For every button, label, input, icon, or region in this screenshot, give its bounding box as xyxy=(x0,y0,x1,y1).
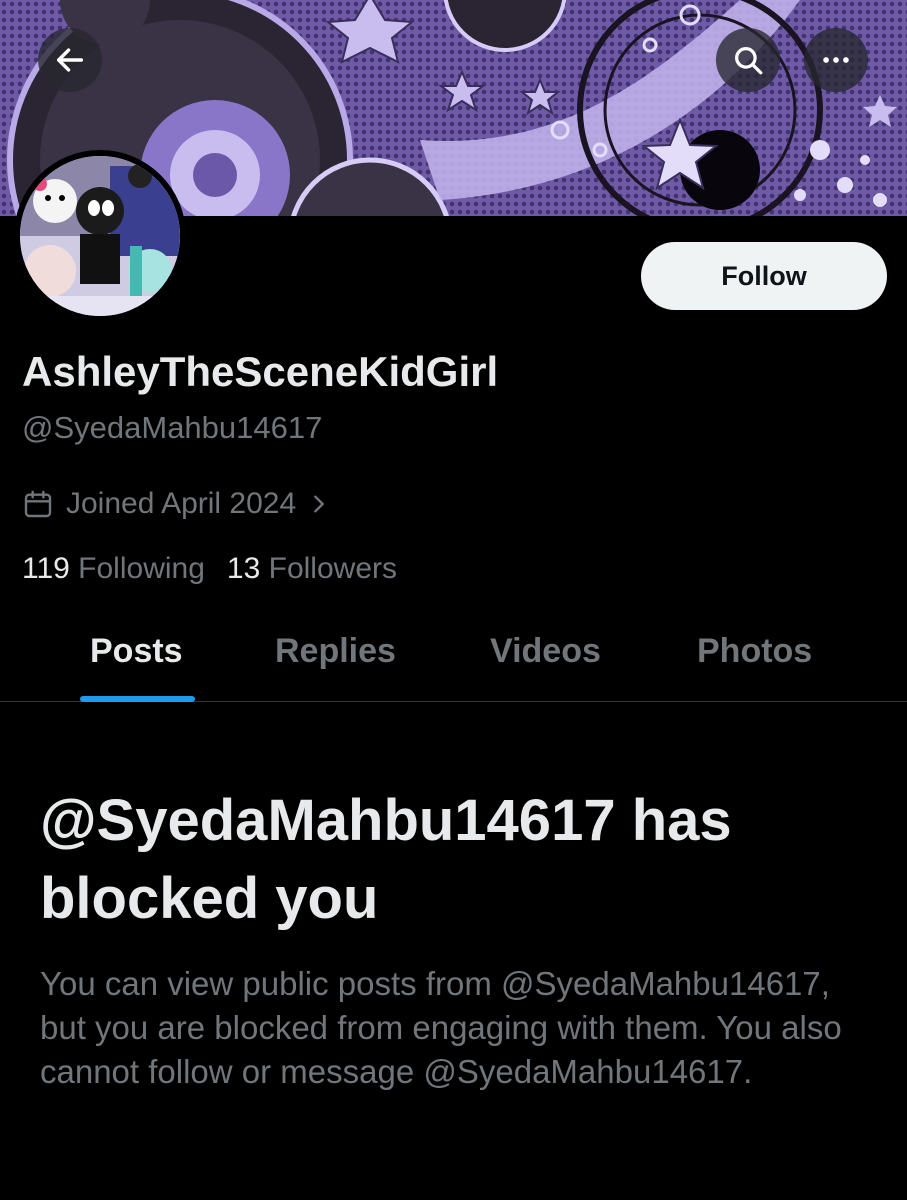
more-horizontal-icon xyxy=(823,57,849,63)
display-name: AshleyTheSceneKidGirl xyxy=(22,348,499,395)
search-button[interactable] xyxy=(716,28,780,92)
followers-count: 13 xyxy=(226,552,261,585)
tab-photos[interactable]: Photos xyxy=(697,632,812,671)
followers-label: Followers xyxy=(268,552,397,585)
tab-posts[interactable]: Posts xyxy=(90,632,183,671)
avatar-collage-artwork xyxy=(20,156,180,316)
profile-avatar[interactable] xyxy=(14,150,186,322)
chevron-right-icon xyxy=(314,495,325,513)
tab-replies[interactable]: Replies xyxy=(275,632,396,671)
back-button[interactable] xyxy=(38,28,102,92)
follow-stats: 119 Following 13 Followers xyxy=(22,552,397,586)
followers-stat[interactable]: 13 Followers xyxy=(227,552,397,586)
profile-handle: @SyedaMahbu14617 xyxy=(22,410,323,445)
following-label: Following xyxy=(78,552,205,585)
blocked-title: @SyedaMahbu14617 has blocked you xyxy=(40,788,732,931)
search-icon xyxy=(735,47,763,75)
avatar-image xyxy=(20,156,180,316)
tab-videos[interactable]: Videos xyxy=(490,632,601,671)
profile-tabs: Posts Replies Videos Photos xyxy=(0,612,907,702)
active-tab-indicator xyxy=(80,696,195,702)
blocked-description: You can view public posts from @SyedaMah… xyxy=(40,965,842,1090)
joined-date: Joined April 2024 xyxy=(66,487,297,520)
calendar-icon xyxy=(24,490,52,518)
follow-button[interactable]: Follow xyxy=(641,242,887,310)
joined-date-row[interactable]: Joined April 2024 xyxy=(22,484,330,524)
following-stat[interactable]: 119 Following xyxy=(22,552,205,586)
following-count: 119 xyxy=(22,552,70,585)
arrow-left-icon xyxy=(56,48,84,72)
more-button[interactable] xyxy=(804,28,868,92)
